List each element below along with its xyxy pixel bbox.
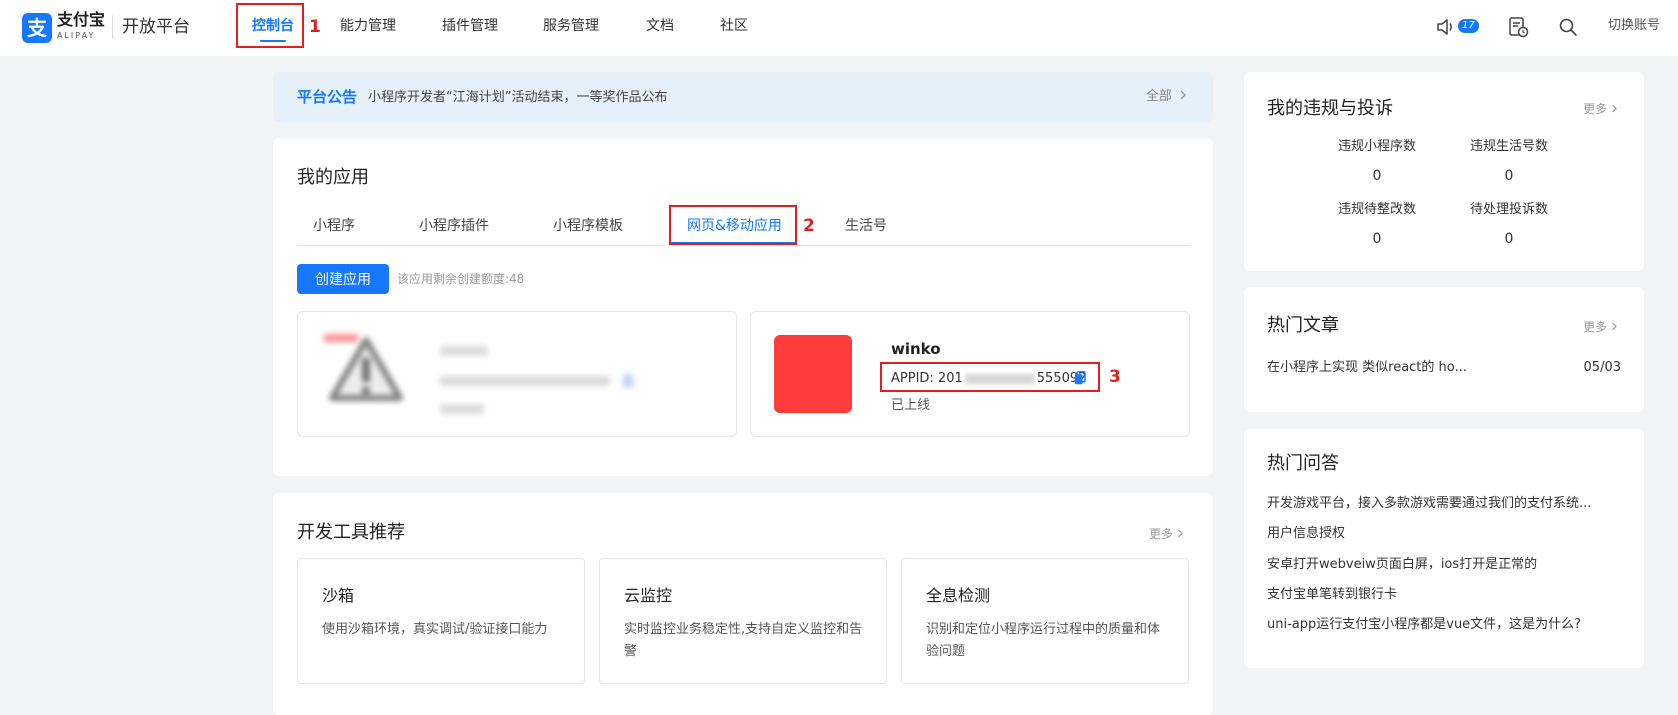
nav-console[interactable]: 控制台: [252, 16, 294, 42]
violations-more-label: 更多: [1583, 102, 1608, 116]
app-card-winko[interactable]: winko APPID: 201 555092 已上线: [750, 311, 1190, 437]
qa-link[interactable]: uni-app运行支付宝小程序都是vue文件，这是为什么?: [1267, 616, 1581, 634]
nav-service-management[interactable]: 服务管理: [543, 16, 599, 36]
dev-tools-more-link[interactable]: 更多: [1149, 525, 1184, 543]
create-quota-text: 该应用剩余创建额度:48: [397, 272, 525, 286]
stat-label: 违规待整改数: [1337, 202, 1416, 217]
alipay-logo-icon[interactable]: 支: [22, 13, 52, 43]
tabs-divider: [297, 245, 1190, 246]
tool-description: 使用沙箱环境，真实调试/验证接口能力: [322, 622, 548, 637]
tool-name: 全息检测: [926, 586, 991, 605]
redacted-name: [440, 346, 488, 356]
app-id-text: APPID: 201 555092: [891, 369, 1086, 389]
article-date: 05/03: [1583, 360, 1621, 375]
app-id-redacted: [964, 373, 1035, 384]
redacted-appid: [440, 376, 610, 386]
hot-articles-more-label: 更多: [1583, 320, 1608, 334]
chevron-right-icon: [1180, 90, 1186, 100]
qa-link[interactable]: 支付宝单笔转到银行卡: [1267, 586, 1397, 604]
tool-card-holographic-detection[interactable]: 全息检测 识别和定位小程序运行过程中的质量和体验问题: [901, 558, 1189, 684]
stat-label: 违规生活号数: [1469, 139, 1548, 154]
tool-card-sandbox[interactable]: 沙箱 使用沙箱环境，真实调试/验证接口能力: [297, 558, 585, 684]
tool-name: 沙箱: [322, 586, 355, 605]
platform-announcement: 平台公告 小程序开发者“江海计划”活动结束，一等奖作品公布 全部: [273, 72, 1213, 122]
announcement-title: 平台公告: [297, 88, 358, 106]
tab-mini-program-plugin[interactable]: 小程序插件: [419, 216, 489, 236]
nav-capability-management[interactable]: 能力管理: [340, 16, 396, 36]
app-status: 已上线: [891, 398, 931, 413]
app-name: winko: [891, 340, 941, 358]
tool-description: 识别和定位小程序运行过程中的质量和体验问题: [926, 622, 1161, 659]
tab-mini-program-template[interactable]: 小程序模板: [553, 216, 623, 236]
announcement-all-link[interactable]: 全部: [1146, 87, 1187, 107]
dev-tools-title: 开发工具推荐: [297, 522, 405, 543]
annotation-number-1: 1: [309, 17, 321, 37]
nav-community[interactable]: 社区: [720, 16, 748, 36]
warning-icon: [329, 337, 403, 401]
my-apps-title: 我的应用: [297, 167, 369, 188]
tab-life-account[interactable]: 生活号: [845, 216, 887, 236]
app-id-prefix: APPID: 201: [891, 371, 963, 386]
tool-description: 实时监控业务稳定性,支持自定义监控和告警: [624, 622, 863, 659]
hot-articles-title: 热门文章: [1267, 315, 1339, 336]
hot-qa-title: 热门问答: [1267, 453, 1339, 474]
top-bar: 支 支付宝 ALIPAY 开放平台 控制台 能力管理 插件管理 服务管理 文档 …: [0, 0, 1678, 56]
violations-title: 我的违规与投诉: [1267, 98, 1393, 119]
stat-value[interactable]: 0: [1317, 167, 1437, 185]
tool-name: 云监控: [624, 586, 673, 605]
announcement-text[interactable]: 小程序开发者“江海计划”活动结束，一等奖作品公布: [368, 88, 667, 108]
redacted-copy-icon: [623, 374, 633, 388]
violations-card: 我的违规与投诉 更多 违规小程序数 0 违规生活号数 0 违规待整改数 0 待处…: [1244, 72, 1644, 271]
document-clock-icon[interactable]: [1505, 14, 1531, 40]
tab-mini-program[interactable]: 小程序: [313, 216, 355, 236]
qa-link[interactable]: 用户信息授权: [1267, 525, 1345, 543]
nav-docs[interactable]: 文档: [646, 16, 674, 36]
annotation-number-3: 3: [1109, 367, 1121, 387]
chevron-right-icon: [1177, 529, 1183, 538]
app-logo: [774, 335, 852, 413]
speaker-icon[interactable]: [1434, 14, 1460, 40]
brand-name-en: ALIPAY: [57, 31, 96, 40]
stat-value[interactable]: 0: [1449, 230, 1569, 248]
active-tab-indicator: [671, 242, 795, 244]
tab-web-mobile-app[interactable]: 网页&移动应用: [687, 216, 782, 236]
logo-divider: [112, 15, 113, 39]
stat-value[interactable]: 0: [1317, 230, 1437, 248]
hot-articles-card: 热门文章 更多 在小程序上实现 类似react的 ho... 05/03: [1244, 287, 1644, 412]
annotation-number-2: 2: [803, 216, 815, 236]
redacted-tag: [324, 334, 358, 342]
qa-link[interactable]: 安卓打开webveiw页面白屏，ios打开是正常的: [1267, 556, 1537, 574]
stat-label: 违规小程序数: [1337, 139, 1416, 154]
platform-name: 开放平台: [122, 17, 190, 37]
article-link[interactable]: 在小程序上实现 类似react的 ho...: [1267, 359, 1467, 377]
notification-badge[interactable]: 17: [1458, 19, 1479, 33]
hot-articles-more-link[interactable]: 更多: [1583, 318, 1618, 336]
dev-tools-more-label: 更多: [1149, 527, 1174, 541]
qa-link[interactable]: 开发游戏平台，接入多款游戏需要通过我们的支付系统...: [1267, 495, 1591, 513]
app-card-redacted[interactable]: [297, 311, 737, 437]
chevron-right-icon: [1612, 104, 1617, 113]
switch-account-link[interactable]: 切换账号: [1608, 16, 1660, 36]
brand-name: 支付宝: [57, 10, 106, 29]
nav-plugin-management[interactable]: 插件管理: [442, 16, 498, 36]
redacted-status: [440, 404, 484, 414]
chevron-right-icon: [1612, 322, 1617, 331]
search-icon[interactable]: [1555, 14, 1581, 40]
copy-icon[interactable]: [1074, 371, 1086, 385]
tool-card-cloud-monitor[interactable]: 云监控 实时监控业务稳定性,支持自定义监控和告警: [599, 558, 887, 684]
create-app-button[interactable]: 创建应用: [297, 264, 389, 294]
announcement-all-label: 全部: [1145, 89, 1172, 104]
stat-value[interactable]: 0: [1449, 167, 1569, 185]
hot-qa-card: 热门问答 开发游戏平台，接入多款游戏需要通过我们的支付系统... 用户信息授权 …: [1244, 429, 1644, 668]
violations-more-link[interactable]: 更多: [1583, 100, 1618, 118]
stat-label: 待处理投诉数: [1469, 202, 1548, 217]
